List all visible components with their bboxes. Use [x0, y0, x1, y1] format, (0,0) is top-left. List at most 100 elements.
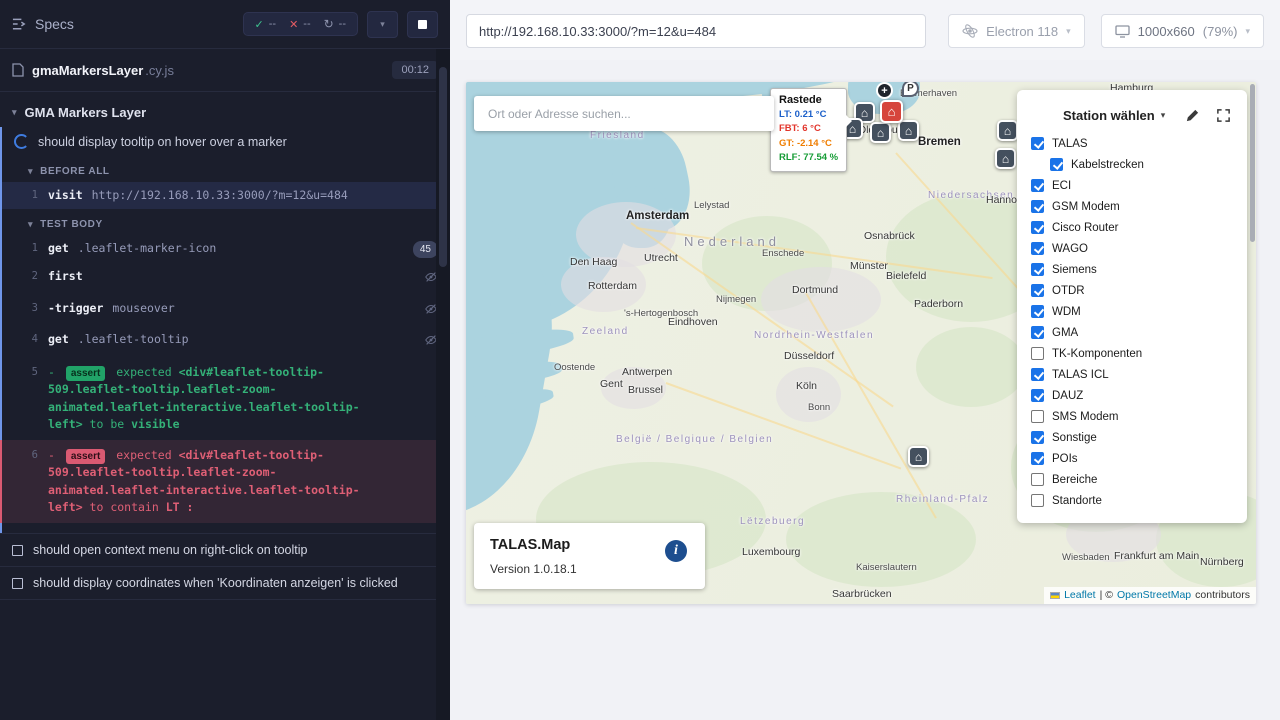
layer-item[interactable]: Standorte [1017, 490, 1247, 511]
station-marker[interactable]: ⌂ [995, 148, 1016, 169]
url-input[interactable] [466, 14, 926, 48]
layer-item[interactable]: SMS Modem [1017, 406, 1247, 427]
layer-label: WDM [1052, 306, 1081, 318]
specs-list-icon [12, 17, 27, 31]
test-body-label: TEST BODY [40, 219, 103, 230]
assert-row[interactable]: 6- assert expected <div#leaflet-tooltip-… [0, 440, 450, 523]
specs-label: Specs [35, 16, 74, 32]
sidebar-scrollbar-thumb[interactable] [439, 67, 447, 267]
map-place-label: Düsseldorf [784, 350, 834, 362]
command-row[interactable]: 1get.leaflet-marker-icon45 [2, 235, 450, 263]
layer-item[interactable]: GSM Modem [1017, 196, 1247, 217]
sidebar-scrollbar[interactable] [436, 49, 450, 720]
info-icon[interactable]: i [665, 540, 687, 562]
command-row[interactable]: 4get.leaflet-tooltip [2, 326, 450, 357]
station-marker[interactable]: ⌂ [898, 120, 919, 141]
layer-item[interactable]: Cisco Router [1017, 217, 1247, 238]
map-place-label: Nürnberg [1200, 556, 1244, 568]
spec-file-row[interactable]: gmaMarkersLayer .cy.js 00:12 [0, 49, 450, 92]
pending-count: -- [339, 18, 346, 30]
layer-checkbox[interactable] [1031, 431, 1044, 444]
layer-checkbox[interactable] [1031, 284, 1044, 297]
expand-icon[interactable] [1216, 108, 1231, 123]
layer-item[interactable]: OTDR [1017, 280, 1247, 301]
test-body-header[interactable]: ▾ TEST BODY [2, 209, 450, 235]
test-title-row[interactable]: should display tooltip on hover over a m… [2, 127, 450, 156]
before-all-commands: 1visithttp://192.168.10.33:3000/?m=12&u=… [2, 182, 450, 209]
layer-checkbox[interactable] [1031, 452, 1044, 465]
runner-header: Specs ✓-- ✕-- ↻-- ▾ [0, 0, 450, 49]
station-marker[interactable]: ⌂ [908, 446, 929, 467]
pending-test-row[interactable]: should display coordinates when 'Koordin… [0, 566, 450, 600]
layer-item[interactable]: WDM [1017, 301, 1247, 322]
map-place-label: Enschede [762, 248, 804, 259]
command-row[interactable]: 3-triggermouseover [2, 295, 450, 326]
command-number: 3 [2, 300, 48, 317]
viewport-select[interactable]: 1000x660 (79%) ▾ [1101, 14, 1264, 48]
station-marker[interactable]: ⌂ [997, 120, 1018, 141]
pending-test-row[interactable]: should open context menu on right-click … [0, 533, 450, 566]
layer-checkbox[interactable] [1031, 368, 1044, 381]
map-place-label: Frankfurt am Main [1114, 550, 1199, 562]
layer-item[interactable]: TK-Komponenten [1017, 343, 1247, 364]
map-place-label: Lëtzebuerg [740, 516, 805, 527]
leaflet-link[interactable]: Leaflet [1064, 589, 1096, 601]
search-input[interactable] [486, 106, 762, 122]
layer-item[interactable]: DAUZ [1017, 385, 1247, 406]
layer-label: TALAS [1052, 138, 1088, 150]
map-search-control [474, 96, 774, 131]
collapse-tests-button[interactable]: ▾ [367, 11, 398, 38]
layer-checkbox[interactable] [1031, 494, 1044, 507]
layer-item[interactable]: TALAS [1017, 133, 1247, 154]
layer-item[interactable]: TALAS ICL [1017, 364, 1247, 385]
layer-label: OTDR [1052, 285, 1085, 297]
osm-link[interactable]: OpenStreetMap [1117, 589, 1191, 601]
cluster-add-icon[interactable]: + [876, 82, 893, 99]
layer-checkbox[interactable] [1031, 179, 1044, 192]
assert-row[interactable]: 5- assert expected <div#leaflet-tooltip-… [2, 357, 450, 440]
leaflet-map[interactable]: HamburgBremerhavenOldenburgBremenGroning… [466, 82, 1256, 604]
layer-item[interactable]: ECI [1017, 175, 1247, 196]
browser-select[interactable]: Electron 118 ▾ [948, 14, 1085, 48]
map-place-label: Friesland [590, 130, 645, 141]
station-marker[interactable]: ⌂ [870, 122, 891, 143]
command-number: 1 [2, 187, 48, 204]
layer-checkbox[interactable] [1031, 389, 1044, 402]
layer-checkbox[interactable] [1031, 263, 1044, 276]
layer-checkbox[interactable] [1031, 137, 1044, 150]
layer-item[interactable]: Bereiche [1017, 469, 1247, 490]
suite-header[interactable]: ▾ GMA Markers Layer [0, 92, 450, 127]
before-all-header[interactable]: ▾ BEFORE ALL [2, 156, 450, 182]
map-place-label: Brussel [628, 384, 663, 396]
layer-checkbox[interactable] [1031, 473, 1044, 486]
tooltip-row: LT: 0.21 °C [779, 108, 838, 122]
layer-item[interactable]: Kabelstrecken [1017, 154, 1247, 175]
layer-checkbox[interactable] [1031, 410, 1044, 423]
chevron-down-icon[interactable]: ▾ [1161, 110, 1166, 121]
layer-item[interactable]: WAGO [1017, 238, 1247, 259]
layer-checkbox[interactable] [1031, 326, 1044, 339]
layer-item[interactable]: Siemens [1017, 259, 1247, 280]
layer-item[interactable]: POIs [1017, 448, 1247, 469]
layer-checkbox[interactable] [1031, 347, 1044, 360]
layer-item[interactable]: GMA [1017, 322, 1247, 343]
layer-label: GSM Modem [1052, 201, 1120, 213]
map-place-label: Paderborn [914, 298, 963, 310]
specs-menu-button[interactable]: Specs [12, 16, 74, 32]
command-row[interactable]: 1visithttp://192.168.10.33:3000/?m=12&u=… [2, 182, 450, 209]
layer-checkbox[interactable] [1031, 242, 1044, 255]
edit-icon[interactable] [1185, 108, 1200, 123]
layer-checkbox[interactable] [1031, 221, 1044, 234]
map-place-label: Kaiserslautern [856, 562, 917, 573]
command-row[interactable]: 2first [2, 263, 450, 294]
layer-checkbox[interactable] [1050, 158, 1063, 171]
layer-checkbox[interactable] [1031, 200, 1044, 213]
map-place-label: Den Haag [570, 256, 617, 268]
stop-button[interactable] [407, 11, 438, 38]
layer-checkbox[interactable] [1031, 305, 1044, 318]
stat-passed: ✓-- [255, 18, 277, 31]
alert-marker[interactable]: ⌂ [880, 100, 903, 123]
map-scrollbar-thumb[interactable] [1250, 84, 1255, 242]
map-place-label: Utrecht [644, 252, 678, 264]
layer-item[interactable]: Sonstige [1017, 427, 1247, 448]
